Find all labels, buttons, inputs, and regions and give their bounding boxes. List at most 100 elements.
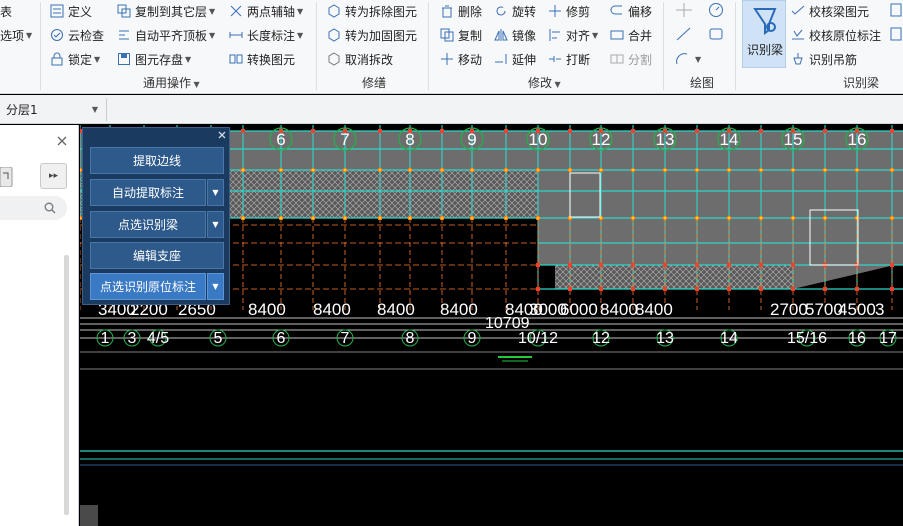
cancel-demolish-button[interactable]: 取消拆改 [327,50,393,68]
lock-button[interactable]: 锁定 ▼ [50,50,100,68]
ribbon-item-options[interactable]: 选项 ▼ [0,26,32,44]
move-button[interactable]: 移动 [440,50,482,68]
axis-label: 8 [406,330,415,347]
auto-extract-dim-label: 自动提取标注 [111,186,184,200]
length-dim-label: 长度标注 [247,28,296,43]
pick-origin-dim-dropdown[interactable]: ▼ [207,273,224,300]
dimension-label: 8400 [377,300,415,319]
more-icon[interactable] [890,26,903,42]
scrollbar[interactable] [64,255,69,515]
point-draw-icon[interactable] [675,2,693,18]
merge-button[interactable]: 合并 [610,26,652,44]
search-icon [44,202,56,214]
axis-label: 6 [277,330,286,347]
close-icon[interactable] [218,131,226,139]
hanger-icon [793,53,803,65]
align-button[interactable]: 对齐 ▼ [548,26,598,44]
beam-node [759,263,763,267]
copy-to-layer-button[interactable]: 复制到其它层 ▼ [117,2,215,20]
hatched-slab [555,265,793,289]
element-save-button[interactable]: 图元存盘 ▼ [117,50,191,68]
dimension-icon [229,32,243,38]
recognize-beam-icon [753,8,777,35]
edit-support-button[interactable]: 编辑支座 [90,242,224,269]
two-point-axis-button[interactable]: 两点辅轴 ▼ [229,2,303,20]
delete-button[interactable]: 删除 [440,2,482,20]
column-node [791,168,795,172]
to-reinforce-button[interactable]: 转为加固图元 [327,26,417,44]
extract-edge-button[interactable]: 提取边线 [90,147,224,174]
copy-button[interactable]: 复制 [440,26,482,44]
arc-icon [676,53,688,65]
offset-icon [610,5,622,15]
chevron-down-icon: ▼ [209,30,216,40]
length-dim-button[interactable]: 长度标注 ▼ [229,26,303,44]
trim-button[interactable]: 修剪 [548,2,590,20]
auto-extract-dim-dropdown[interactable]: ▼ [207,179,224,206]
beam-node [791,263,795,267]
search-input[interactable] [0,196,67,220]
copy-to-layer-label: 复制到其它层 [135,4,208,19]
arc-draw-button[interactable]: ▼ [675,50,701,68]
more-icon[interactable] [890,2,903,18]
rotate-point-icon[interactable] [707,2,725,18]
layer-toolbar: 分层1 ▼ [0,95,903,124]
ribbon-item-table[interactable]: 表 [0,2,12,20]
chevron-down-icon: ▼ [212,220,219,229]
pick-recognize-beam-dropdown[interactable]: ▼ [207,211,224,238]
ribbon-toolbar: 表 选项 ▼ 定义 云检查 锁定 ▼ 复制到其它层 ▼ 自动平齐顶板 ▼ 图元存盘 ▼ 两… [0,0,903,94]
convert-element-button[interactable]: 转换图元 [229,50,295,68]
column-node [279,216,283,220]
axis-label: 8 [405,130,414,149]
recognize-hanger-button[interactable]: 识别吊筋 [791,50,857,68]
line-draw-icon[interactable] [675,26,693,42]
break-button[interactable]: 打断 [548,50,590,68]
copy-icon [440,28,454,42]
auto-extract-dim-button[interactable]: 自动提取标注 [90,179,206,206]
merge-icon [610,30,624,40]
column-node [823,168,827,172]
recognize-beam-label: 识别梁 [746,43,783,57]
rotate-button[interactable]: 旋转 [494,2,536,20]
column-node [631,168,635,172]
split-button[interactable]: 分割 [610,50,652,68]
define-button[interactable]: 定义 [50,2,92,20]
column-node [343,168,347,172]
column-node [378,168,382,172]
check-origin-dim-button[interactable]: 校核原位标注 [791,26,881,44]
axis-label: 10/12 [518,330,558,347]
column-node [759,168,763,172]
column-node [631,216,635,220]
pick-recognize-beam-button[interactable]: 点选识别梁 [90,211,206,238]
column-node [408,216,412,220]
move-icon [441,53,453,65]
chevron-down-icon: ▼ [695,54,702,64]
beam-node [695,287,699,291]
mirror-button[interactable]: 镜像 [494,26,536,44]
pick-origin-dim-button[interactable]: 点选识别原位标注 [90,273,206,300]
extend-button[interactable]: 延伸 [494,50,536,68]
rect-draw-icon[interactable] [707,26,725,42]
expand-button[interactable]: ▸▸ [40,163,67,189]
column-node [343,216,347,220]
pin-icon[interactable] [0,167,14,187]
lock-label: 锁定 [68,52,93,67]
cloud-check-button[interactable]: 云检查 [50,26,104,44]
beam-node [727,287,731,291]
close-icon[interactable] [57,136,67,146]
two-point-axis-label: 两点辅轴 [247,4,296,19]
layer-select[interactable]: 分层1 ▼ [6,99,102,120]
to-demolish-button[interactable]: 转为拆除图元 [327,2,417,20]
offset-button[interactable]: 偏移 [610,2,652,20]
axis-label: 12 [592,130,611,149]
column-node [823,216,827,220]
auto-align-slab-button[interactable]: 自动平齐顶板 ▼ [117,26,215,44]
check-beam-elem-button[interactable]: 校核梁图元 [791,2,869,20]
ribbon-label: 选项 [0,28,25,43]
column-node [568,168,572,172]
divider [428,2,429,90]
recognize-beam-button[interactable]: 识别梁 [742,0,786,68]
column-node [504,216,508,220]
lock-icon [51,52,63,66]
left-panel: ▸▸ [0,125,79,526]
